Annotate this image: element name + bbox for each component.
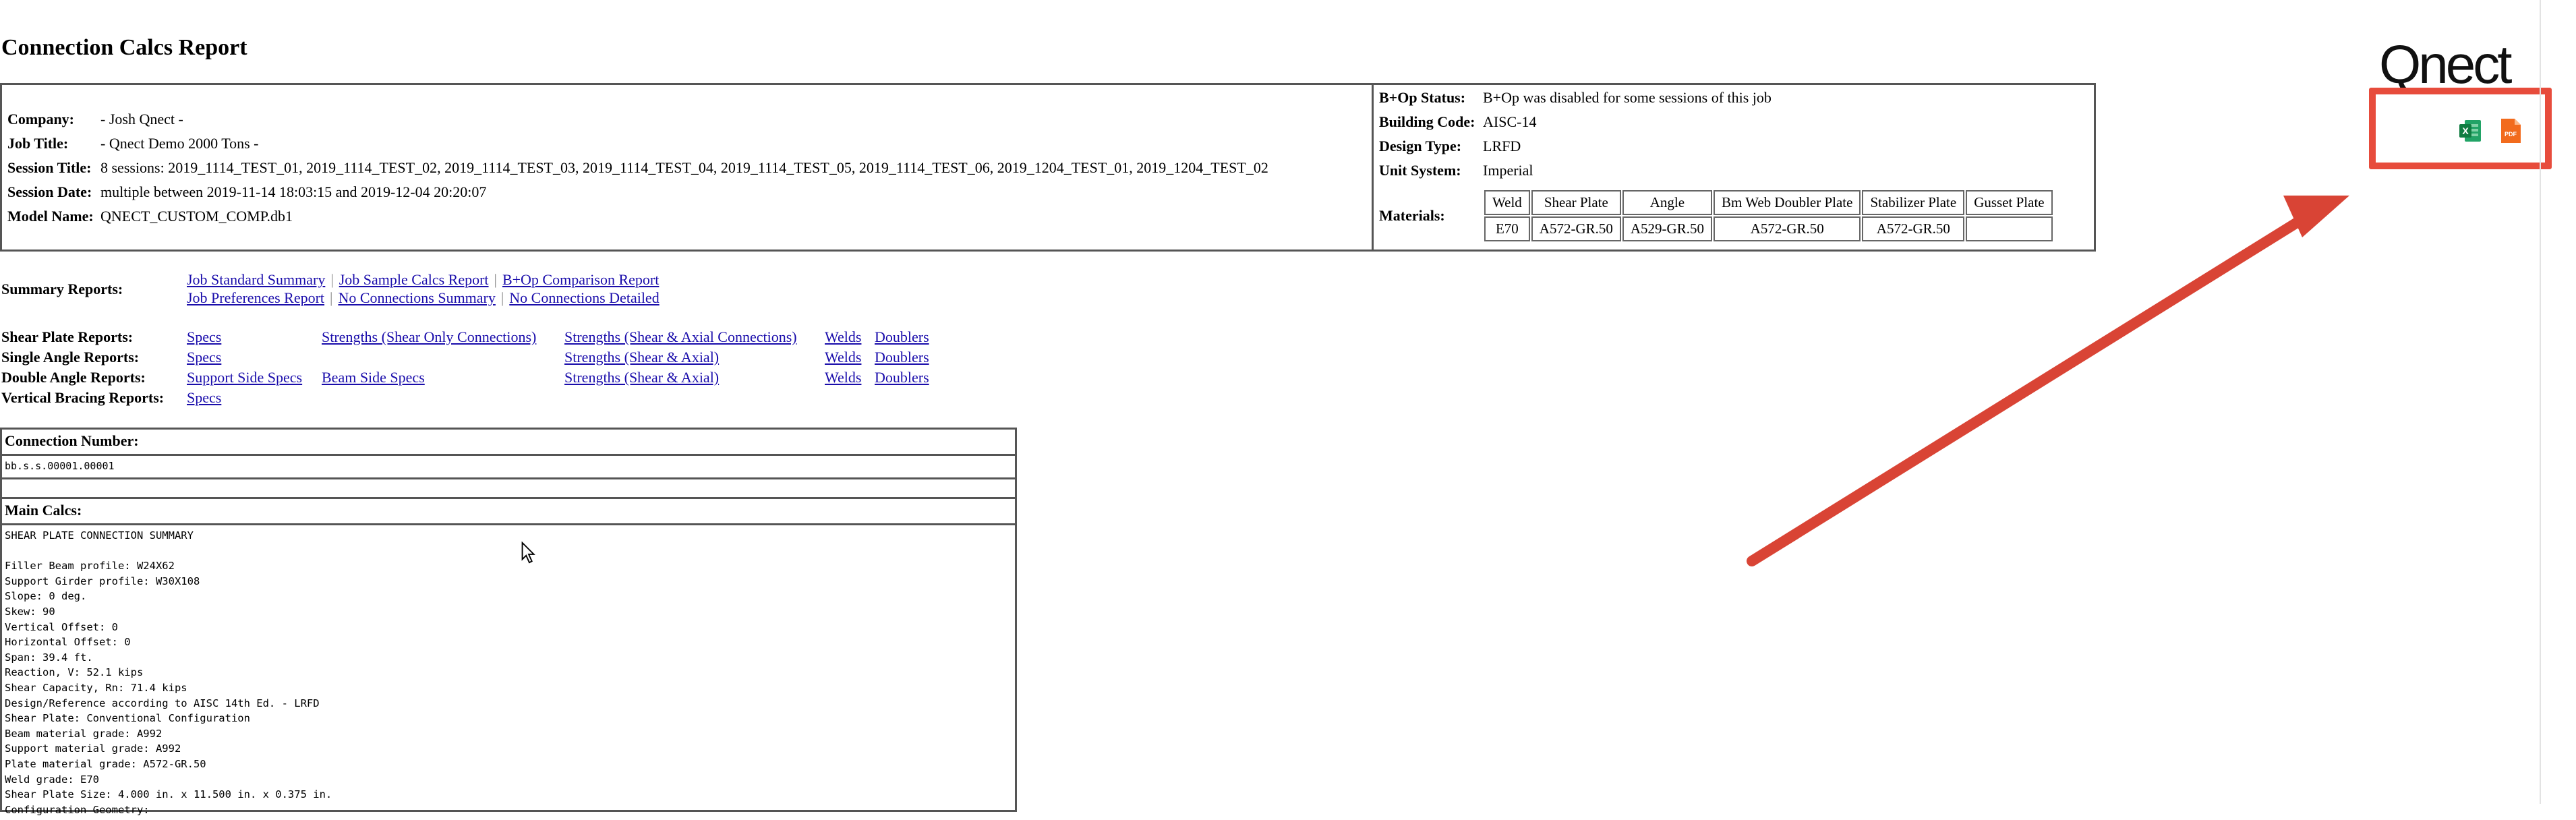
annotation-arrow bbox=[1747, 196, 2349, 566]
calc-line: Configuration Geometry: bbox=[5, 803, 150, 816]
vertical-scrollbar[interactable] bbox=[2540, 0, 2541, 804]
